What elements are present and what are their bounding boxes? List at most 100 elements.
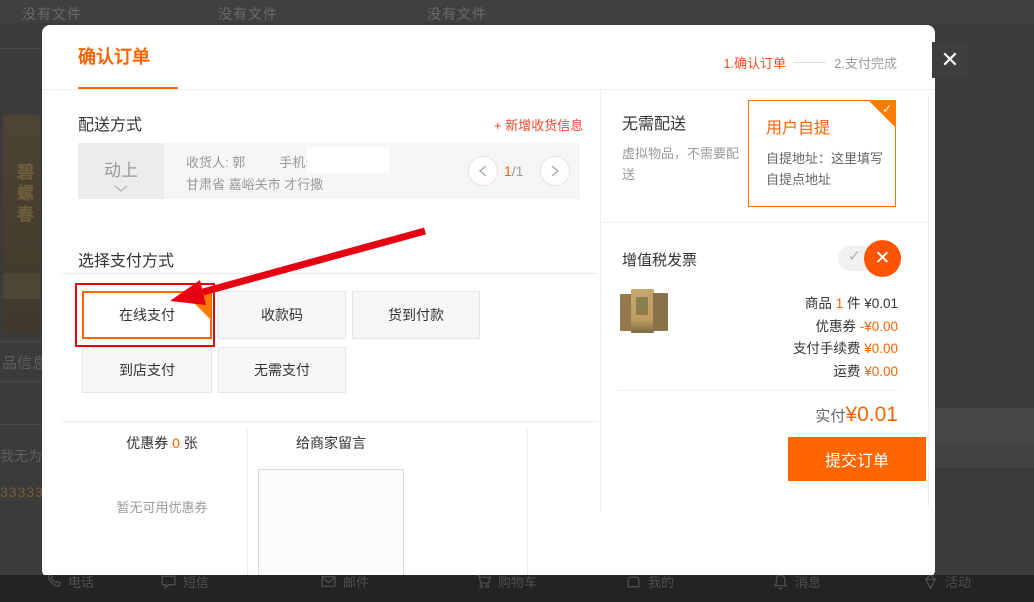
total-divider — [618, 390, 898, 391]
total-row: 实付¥0.01 — [692, 403, 898, 427]
prev-address-button[interactable] — [468, 156, 498, 186]
background-top-strip — [0, 0, 1034, 23]
price-summary: 商品 1 件 ¥0.01 优惠券 -¥0.00 支付手续费 ¥0.00 运费 ¥… — [692, 293, 898, 383]
toolbar-item-sms[interactable]: 短信 — [160, 575, 209, 591]
step-separator — [794, 62, 826, 63]
step-confirm-order: 1.确认订单 — [723, 53, 786, 72]
check-icon: ✓ — [882, 102, 892, 116]
coupon-section-divider — [62, 421, 598, 422]
total-amount: ¥0.01 — [845, 403, 898, 426]
address-line: 甘肃省 嘉峪关市 才行撒 — [186, 174, 323, 193]
payment-method-label: 到店支付 — [119, 360, 175, 380]
background-text-fragment: 我无为 — [0, 446, 42, 466]
toolbar-item-label: 消息 — [795, 575, 821, 591]
background-column-label: 没有文件 — [427, 4, 487, 24]
add-address-link[interactable]: + 新增收货信息 — [494, 115, 583, 134]
invoice-yes-check-icon[interactable]: ✓ — [848, 247, 861, 265]
summary-fee-row: 支付手续费 ¥0.00 — [692, 338, 898, 361]
product-thumbnail — [620, 287, 672, 335]
payment-section-title: 选择支付方式 — [78, 247, 174, 271]
coupon-unit: 张 — [184, 435, 198, 451]
payment-method-cod[interactable]: 货到付款 — [352, 291, 480, 339]
background-divider — [0, 381, 42, 382]
shipping-option-none[interactable]: 无需配送 — [622, 110, 686, 134]
toolbar-item-cart[interactable]: 购物车 — [475, 575, 537, 591]
background-divider — [0, 424, 42, 425]
column-divider — [247, 429, 248, 578]
payment-method-online[interactable]: 在线支付 ✓ — [82, 291, 212, 339]
summary-shipping-row: 运费 ¥0.00 — [692, 361, 898, 384]
summary-items-row: 商品 1 件 ¥0.01 — [692, 293, 898, 316]
payment-method-label: 无需支付 — [254, 360, 310, 380]
shipping-option-none-desc: 虚拟物品，不需要配送 — [622, 143, 750, 185]
bottom-toolbar: 电话 短信 邮件 购物车 我的 消息 活动 — [0, 575, 1034, 602]
toolbar-item-activity[interactable]: 活动 — [922, 575, 971, 591]
bell-icon — [772, 575, 789, 590]
toolbar-item-label: 我的 — [648, 575, 674, 591]
payment-method-label: 收款码 — [261, 305, 303, 325]
background-product-image: 碧螺春 — [3, 115, 40, 333]
background-divider — [0, 341, 42, 342]
toolbar-item-phone[interactable]: 电话 — [45, 575, 94, 591]
toolbar-item-mail[interactable]: 邮件 — [320, 575, 369, 591]
payment-method-label: 货到付款 — [388, 305, 444, 325]
payment-method-none[interactable]: 无需支付 — [218, 347, 346, 393]
payment-method-label: 在线支付 — [119, 305, 175, 325]
page-current: 1 — [504, 163, 512, 179]
close-icon: ✕ — [941, 47, 959, 73]
address-tab-label: 动上 — [78, 156, 164, 181]
merchant-message-title: 给商家留言 — [258, 433, 404, 453]
toolbar-item-label: 购物车 — [498, 575, 537, 591]
check-icon: ✓ — [197, 294, 207, 308]
chevron-left-icon — [478, 165, 488, 177]
merchant-message-input[interactable] — [258, 469, 404, 578]
toolbar-item-profile[interactable]: 我的 — [625, 575, 674, 591]
address-box: 动上 收货人: 郭 手机: 甘肃省 嘉峪关市 才行撒 1/1 — [78, 143, 580, 199]
submit-order-button[interactable]: 提交订单 — [788, 437, 926, 481]
delivery-section-title: 配送方式 — [78, 111, 142, 135]
panel-divider — [600, 90, 601, 511]
cart-icon — [475, 575, 492, 590]
background-divider — [0, 48, 42, 49]
background-section — [935, 408, 1034, 444]
summary-coupon-row: 优惠券 -¥0.00 — [692, 316, 898, 339]
shipping-option-pickup[interactable]: 用户自提 自提地址：这里填写自提点地址 ✓ — [748, 100, 896, 207]
chevron-down-icon — [114, 185, 128, 193]
coupon-label: 优惠券 — [126, 435, 168, 451]
checkout-steps: 1.确认订单 2.支付完成 — [723, 53, 897, 72]
confirm-order-modal: 确认订单 1.确认订单 2.支付完成 配送方式 + 新增收货信息 动上 收货人:… — [42, 25, 935, 578]
close-icon: ✕ — [875, 247, 891, 270]
panel-right-border — [928, 95, 929, 507]
recipient-line: 收货人: 郭 手机: — [186, 152, 309, 171]
step-payment-complete: 2.支付完成 — [834, 53, 897, 72]
toolbar-item-messages[interactable]: 消息 — [772, 575, 821, 591]
pickup-title: 用户自提 — [766, 114, 830, 138]
activity-icon — [922, 575, 939, 590]
address-pagination: 1/1 — [504, 163, 523, 179]
coupon-count: 0 — [172, 435, 180, 451]
invoice-title: 增值税发票 — [622, 249, 697, 270]
modal-close-button[interactable]: ✕ — [932, 42, 968, 78]
toolbar-item-label: 邮件 — [343, 575, 369, 591]
phone-icon — [45, 575, 62, 590]
invoice-no-button[interactable]: ✕ — [864, 240, 901, 277]
payment-divider — [62, 273, 598, 274]
redacted-phone-patch — [307, 147, 389, 173]
recipient-name: 收货人: 郭 — [186, 155, 245, 170]
next-address-button[interactable] — [540, 156, 570, 186]
chat-icon — [160, 575, 177, 590]
pickup-desc: 自提地址：这里填写自提点地址 — [766, 148, 884, 190]
screen: 没有文件 没有文件 没有文件 碧螺春 品信息 我无为 33333333 电话 短… — [0, 0, 1034, 602]
phone-label: 手机: — [279, 155, 309, 170]
payment-method-qrcode[interactable]: 收款码 — [218, 291, 346, 339]
mail-icon — [320, 575, 337, 590]
background-section — [935, 444, 1034, 468]
coupon-header: 优惠券 0 张 — [82, 433, 242, 453]
background-column-label: 没有文件 — [22, 4, 82, 24]
total-label: 实付 — [815, 408, 845, 425]
payment-method-instore[interactable]: 到店支付 — [82, 347, 212, 393]
toolbar-item-label: 电话 — [68, 575, 94, 591]
background-text-fragment: 品信息 — [2, 352, 47, 373]
address-tab[interactable]: 动上 — [78, 143, 164, 199]
modal-title: 确认订单 — [78, 43, 150, 69]
